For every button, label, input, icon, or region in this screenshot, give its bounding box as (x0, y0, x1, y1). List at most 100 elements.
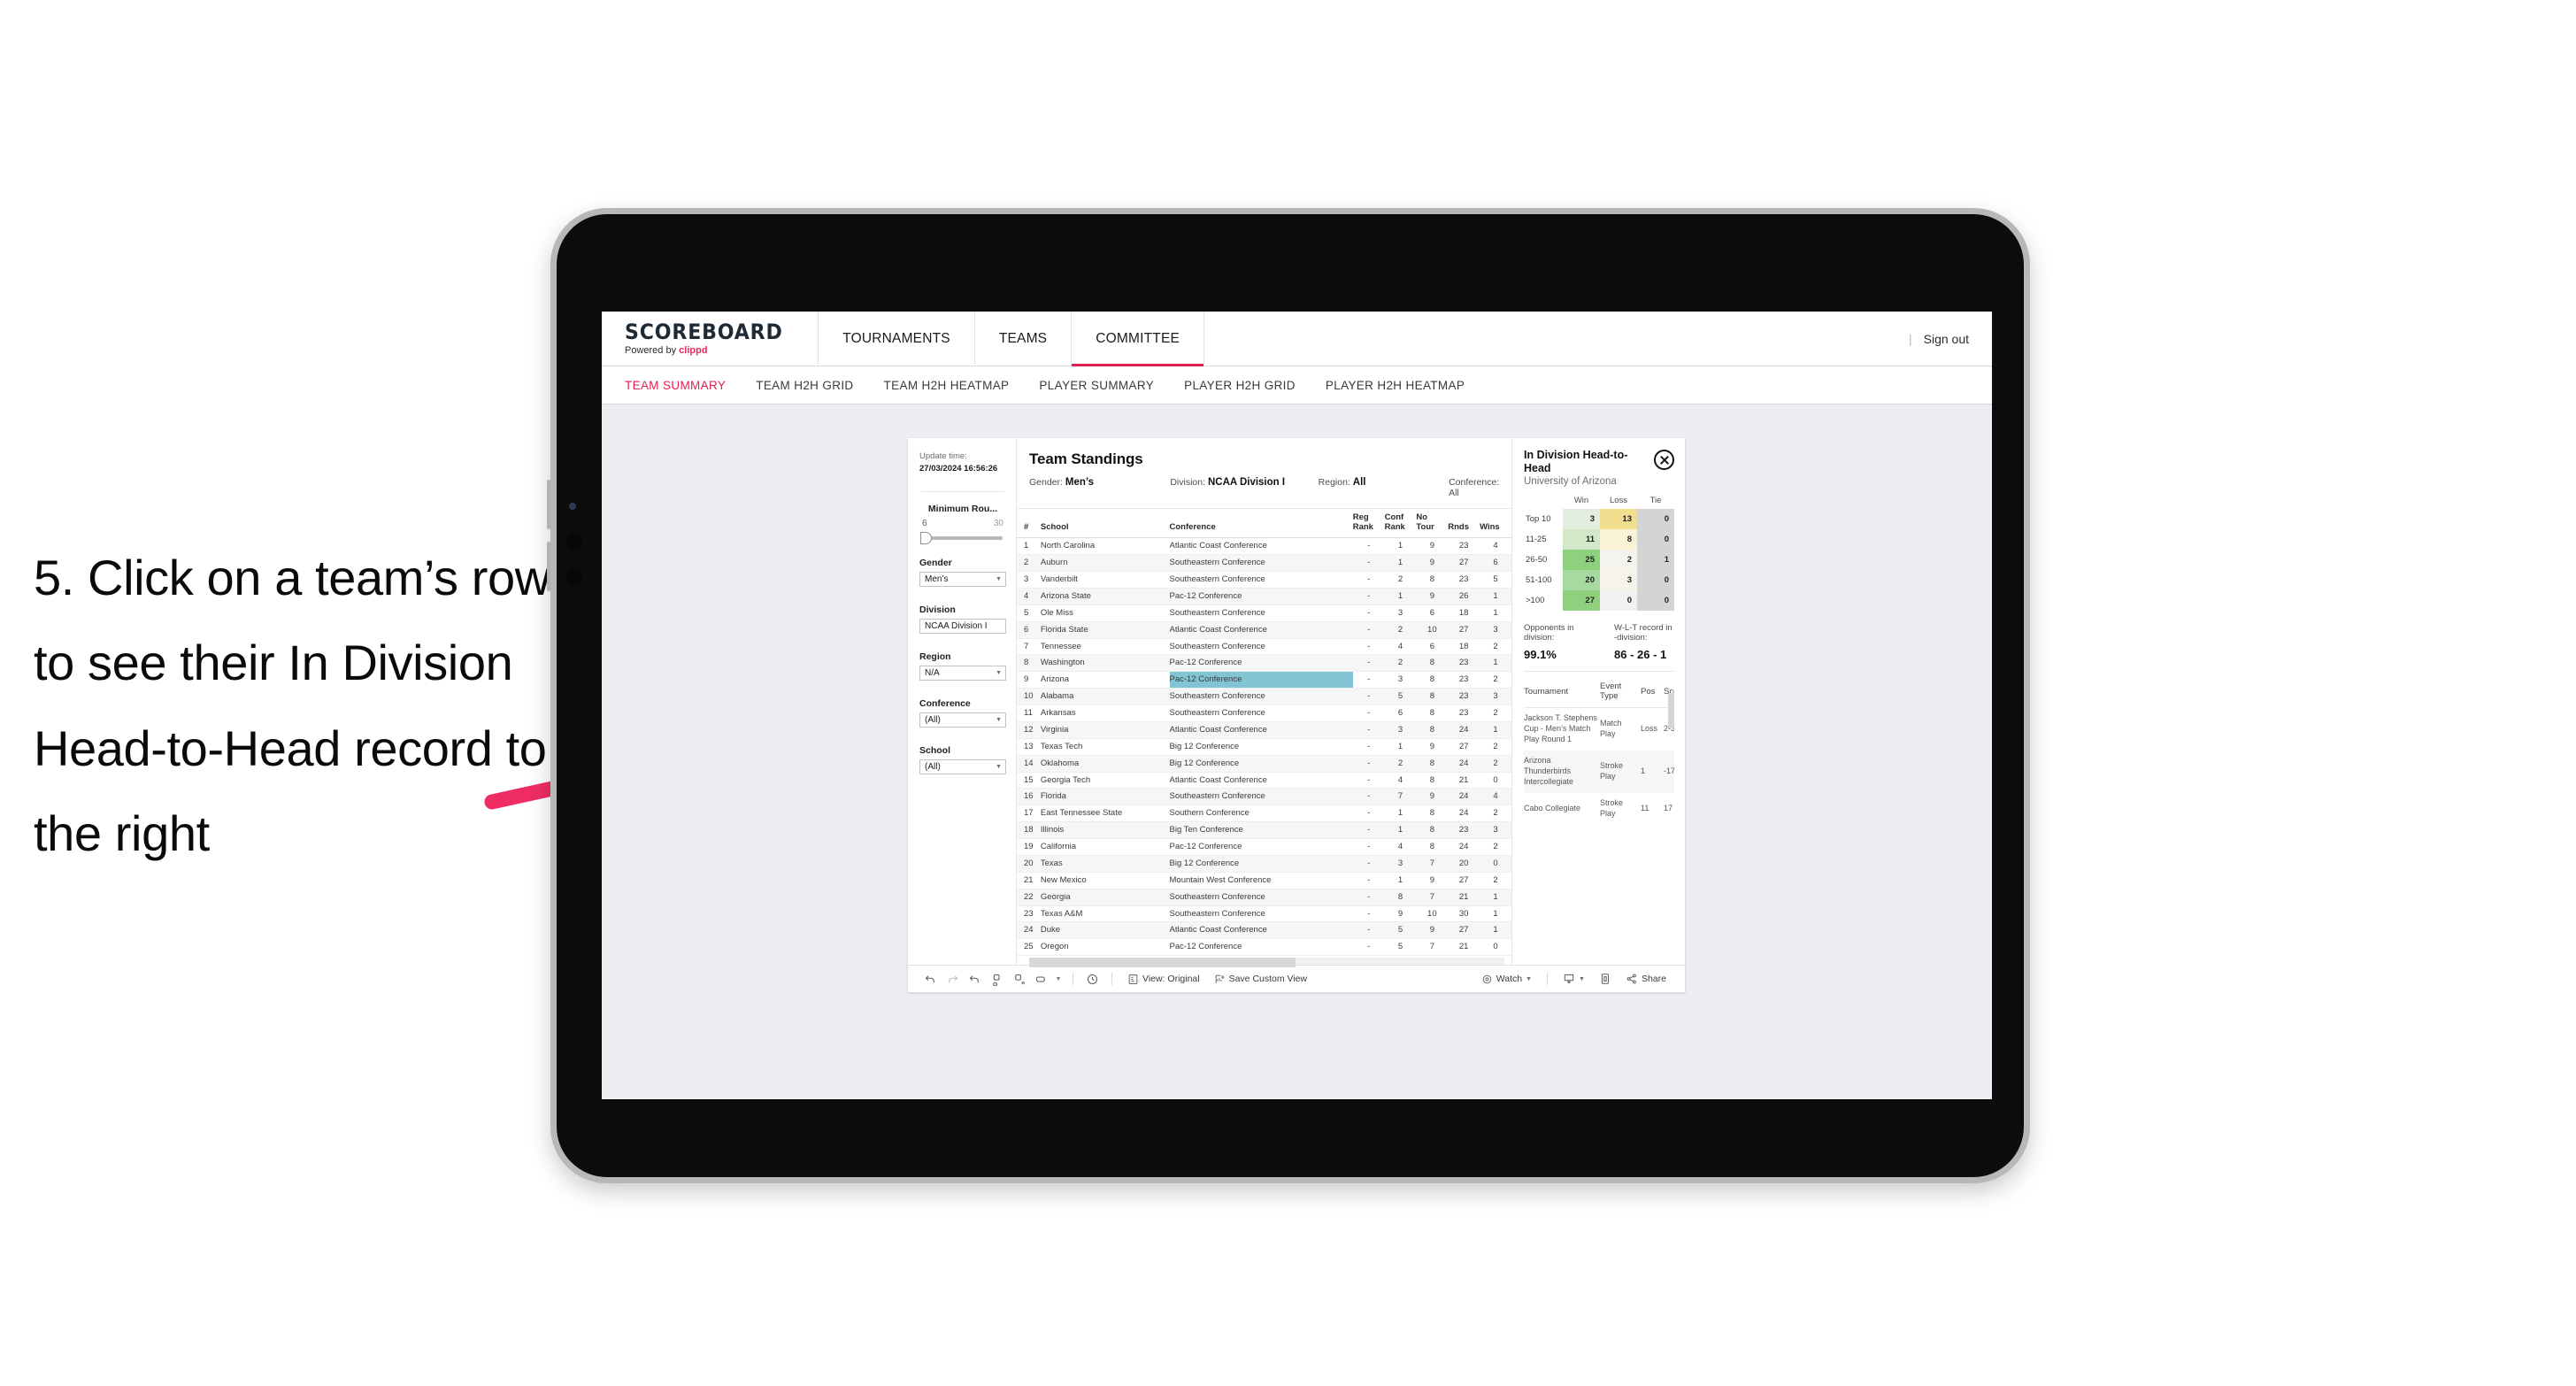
heatmap-cell[interactable]: 11 (1563, 529, 1600, 551)
save-custom-view-button[interactable]: Save Custom View (1207, 974, 1315, 985)
table-row[interactable]: 22 Georgia Southeastern Conference -8 7 21 1 (1017, 889, 1511, 906)
col-conf-rank[interactable]: Conf Rank (1384, 509, 1417, 539)
table-row[interactable]: 4 Arizona State Pac-12 Conference -1 9 26 1 (1017, 588, 1511, 605)
subnav-player-summary[interactable]: PLAYER SUMMARY (1039, 379, 1154, 392)
toolbar-divider-3 (1547, 973, 1549, 985)
redo-icon[interactable] (942, 973, 964, 986)
table-row[interactable]: 5 Ole Miss Southeastern Conference -3 6 18 1 (1017, 604, 1511, 622)
watch-button[interactable]: Watch ▼ (1474, 974, 1539, 985)
heatmap-cell[interactable]: 0 (1637, 570, 1674, 591)
undo-icon[interactable] (919, 973, 942, 986)
pause-icon[interactable] (1008, 973, 1030, 986)
col-conference[interactable]: Conference (1169, 509, 1353, 539)
heatmap-cell[interactable]: 27 (1563, 590, 1600, 612)
sign-out-link[interactable]: Sign out (1924, 332, 1969, 346)
heatmap-cell[interactable]: 13 (1600, 509, 1637, 530)
heatmap-cell[interactable]: 3 (1563, 509, 1600, 530)
heatmap-cell[interactable]: 0 (1637, 509, 1674, 530)
slider-track[interactable] (920, 531, 1003, 544)
summary-division-label: Division: (1170, 477, 1206, 488)
cell-conf-rank: 3 (1384, 855, 1417, 873)
table-row[interactable]: 18 Illinois Big Ten Conference -1 8 23 3 (1017, 821, 1511, 839)
table-row[interactable]: 23 Texas A&M Southeastern Conference -9 10 30… (1017, 905, 1511, 923)
table-row[interactable]: 20 Texas Big 12 Conference -3 7 20 0 (1017, 855, 1511, 873)
table-row[interactable]: 21 New Mexico Mountain West Conference -1 9 2… (1017, 872, 1511, 889)
volume-up-button[interactable] (547, 480, 551, 529)
table-row[interactable]: 19 California Pac-12 Conference -4 8 24 2 (1017, 838, 1511, 856)
subnav-team-h2h-grid[interactable]: TEAM H2H GRID (756, 379, 853, 392)
cell-wins: 6 (1480, 554, 1511, 572)
minimum-rounds-filter[interactable]: Minimum Rou... 6 30 (919, 504, 1006, 544)
view-original-button[interactable]: View: Original (1120, 974, 1207, 985)
filter-division-select[interactable]: NCAA Division I (919, 618, 1006, 634)
heatmap-cell[interactable]: 25 (1563, 550, 1600, 571)
horizontal-scrollbar-thumb[interactable] (1029, 958, 1296, 968)
col-wins[interactable]: Wins (1480, 509, 1511, 539)
close-icon[interactable] (1654, 450, 1674, 470)
clock-icon[interactable] (1081, 973, 1103, 986)
table-row[interactable]: 16 Florida Southeastern Conference -7 9 24 4 (1017, 788, 1511, 806)
share-button[interactable]: Share (1619, 973, 1673, 985)
table-row[interactable]: 3 Vanderbilt Southeastern Conference -2 8 23 5 (1017, 571, 1511, 589)
heatmap-cell[interactable]: 0 (1637, 529, 1674, 551)
col-pos[interactable]: Pos (1641, 675, 1664, 709)
table-row[interactable]: 17 East Tennessee State Southern Conferenc… (1017, 805, 1511, 823)
col-rnds[interactable]: Rnds (1448, 509, 1480, 539)
tournaments-scrollbar[interactable] (1668, 693, 1674, 729)
table-row[interactable]: 14 Oklahoma Big 12 Conference -2 8 24 2 (1017, 755, 1511, 773)
brand-logo[interactable]: SCOREBOARD Powered by clippd (602, 312, 819, 366)
table-row[interactable]: 8 Washington Pac-12 Conference -2 8 23 1 (1017, 654, 1511, 673)
tournaments-scroll-area[interactable]: Tournament Event Type Pos Score Jackson … (1524, 672, 1674, 965)
table-row[interactable]: 12 Virginia Atlantic Coast Conference -3 8 24… (1017, 721, 1511, 739)
rectangle-select-icon[interactable] (1030, 973, 1052, 986)
chevron-down-icon[interactable]: ▼ (1052, 976, 1065, 982)
filter-school-select[interactable]: (All) ▼ (919, 758, 1006, 774)
refresh-icon[interactable] (986, 973, 1008, 986)
stat-wlt-label: W-L-T record in -division: (1614, 623, 1672, 643)
col-school[interactable]: School (1040, 509, 1170, 539)
col-no-tour[interactable]: No Tour (1416, 509, 1449, 539)
col-rank[interactable]: # (1017, 509, 1041, 539)
table-row[interactable]: 1 North Carolina Atlantic Coast Conference… (1017, 537, 1511, 556)
heatmap-cell[interactable]: 8 (1600, 529, 1637, 551)
table-row[interactable]: 7 Tennessee Southeastern Conference -4 6 18 2 (1017, 638, 1511, 656)
heatmap-cell[interactable]: 20 (1563, 570, 1600, 591)
heatmap-cell[interactable]: 0 (1600, 590, 1637, 612)
revert-icon[interactable] (964, 973, 986, 986)
heatmap-cell[interactable]: 3 (1600, 570, 1637, 591)
heatmap-cell[interactable]: 1 (1637, 550, 1674, 571)
table-row[interactable]: 2 Auburn Southeastern Conference -1 9 27 6 (1017, 554, 1511, 572)
table-row[interactable]: 15 Georgia Tech Atlantic Coast Conference -… (1017, 772, 1511, 789)
subnav-team-summary[interactable]: TEAM SUMMARY (625, 379, 726, 392)
table-row[interactable]: 13 Texas Tech Big 12 Conference -1 9 27 2 (1017, 738, 1511, 756)
col-tournament[interactable]: Tournament (1524, 675, 1600, 709)
col-reg-rank[interactable]: Reg Rank (1352, 509, 1385, 539)
subnav-player-h2h-grid[interactable]: PLAYER H2H GRID (1184, 379, 1296, 392)
tournament-row[interactable]: Jackson T. Stephens Cup - Men’s Match Pl… (1524, 708, 1674, 751)
heatmap-cell[interactable]: 0 (1637, 590, 1674, 612)
filter-gender-select[interactable]: Men’s ▼ (919, 571, 1006, 587)
slider-handle[interactable] (920, 531, 932, 544)
fullscreen-button[interactable] (1592, 973, 1619, 985)
standings-scroll-area[interactable]: # School Conference Reg Rank Conf Rank No T… (1017, 509, 1511, 968)
subnav-team-h2h-heatmap[interactable]: TEAM H2H HEATMAP (884, 379, 1010, 392)
filter-conference-select[interactable]: (All) ▼ (919, 712, 1006, 728)
table-row[interactable]: 9 Arizona Pac-12 Conference -3 8 23 2 (1017, 671, 1511, 689)
heatmap-cell[interactable]: 2 (1600, 550, 1637, 571)
download-button[interactable]: ▼ (1556, 973, 1592, 985)
table-row[interactable]: 10 Alabama Southeastern Conference -5 8 23 3 (1017, 688, 1511, 705)
table-row[interactable]: 24 Duke Atlantic Coast Conference -5 9 27 1 (1017, 921, 1511, 940)
subnav-player-h2h-heatmap[interactable]: PLAYER H2H HEATMAP (1326, 379, 1465, 392)
filter-region-select[interactable]: N/A ▼ (919, 665, 1006, 681)
table-row[interactable]: 25 Oregon Pac-12 Conference -5 7 21 0 (1017, 938, 1511, 957)
table-row[interactable]: 11 Arkansas Southeastern Conference -6 8 23 2 (1017, 705, 1511, 722)
topnav-teams[interactable]: TEAMS (975, 312, 1073, 366)
topnav-committee[interactable]: COMMITTEE (1072, 312, 1205, 366)
horizontal-scrollbar[interactable] (1029, 958, 1504, 968)
table-row[interactable]: 6 Florida State Atlantic Coast Conference -… (1017, 621, 1511, 639)
topnav-tournaments[interactable]: TOURNAMENTS (819, 312, 975, 366)
col-event-type[interactable]: Event Type (1600, 675, 1641, 709)
volume-down-button[interactable] (547, 542, 551, 591)
tournament-row[interactable]: Arizona Thunderbirds Intercollegiate Stro… (1524, 751, 1674, 793)
tournament-row[interactable]: Cabo Collegiate Stroke Play 11 17 (1524, 793, 1674, 825)
